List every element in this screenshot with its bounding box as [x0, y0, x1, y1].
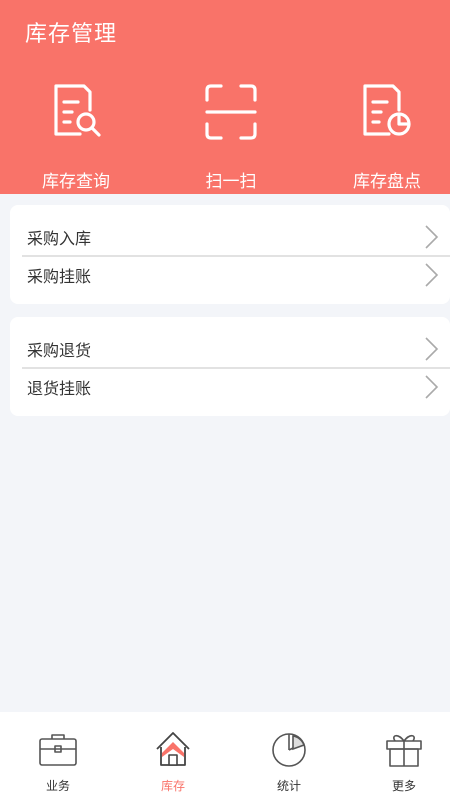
menu-item-label: 退货挂账	[27, 379, 92, 398]
menu-item-label: 采购挂账	[27, 267, 92, 286]
tab-label: 库存	[160, 779, 185, 793]
inventory-count-button[interactable]: 库存盘点	[327, 80, 447, 192]
purchase-group-card: 采购入库 采购挂账	[10, 205, 450, 304]
tab-business[interactable]: 业务	[2, 712, 114, 800]
pie-chart-icon	[272, 733, 306, 767]
menu-item-purchase-return[interactable]: 采购退货	[10, 330, 450, 368]
chevron-right-icon	[425, 263, 439, 287]
scan-button[interactable]: 扫一扫	[171, 80, 291, 192]
tab-statistics[interactable]: 统计	[233, 712, 345, 800]
document-chart-icon	[363, 84, 411, 136]
scan-label: 扫一扫	[205, 172, 257, 192]
page-title: 库存管理	[25, 22, 118, 47]
briefcase-icon	[39, 734, 77, 766]
inventory-query-button[interactable]: 库存查询	[16, 80, 136, 192]
tab-label: 业务	[45, 779, 70, 793]
tab-more[interactable]: 更多	[348, 712, 450, 800]
return-group-card: 采购退货 退货挂账	[10, 317, 450, 416]
chevron-right-icon	[425, 375, 439, 399]
menu-item-purchase-inbound[interactable]: 采购入库	[10, 218, 450, 256]
menu-item-label: 采购入库	[27, 229, 92, 248]
scan-icon	[205, 84, 257, 140]
chevron-right-icon	[425, 225, 439, 249]
header: 库存管理 库存查询 扫一扫 库存盘点	[0, 0, 450, 194]
chevron-right-icon	[425, 337, 439, 361]
tab-label: 更多	[391, 779, 416, 793]
menu-item-label: 采购退货	[27, 341, 92, 360]
tab-label: 统计	[276, 779, 301, 793]
document-search-icon	[54, 84, 101, 137]
inventory-count-label: 库存盘点	[353, 172, 421, 192]
house-icon	[156, 732, 190, 766]
tab-inventory[interactable]: 库存	[117, 712, 229, 800]
bottom-tab-bar: 业务 库存 统计 更多	[0, 712, 450, 800]
menu-item-purchase-credit[interactable]: 采购挂账	[10, 256, 450, 294]
inventory-query-label: 库存查询	[42, 172, 110, 192]
gift-icon	[386, 734, 422, 767]
menu-item-return-credit[interactable]: 退货挂账	[10, 368, 450, 406]
